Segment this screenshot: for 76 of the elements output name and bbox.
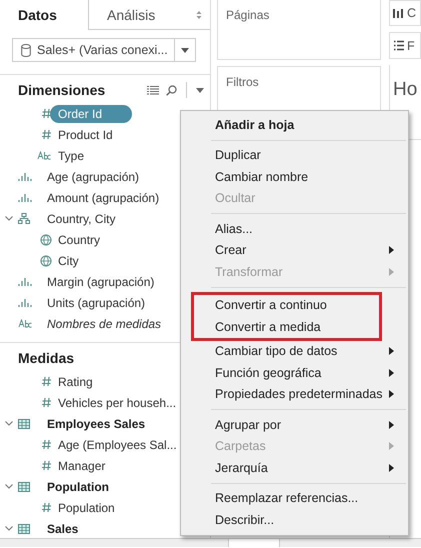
table-name[interactable]: Employees Sales: [47, 416, 152, 432]
field-pill[interactable]: Population: [58, 500, 121, 516]
field-pill[interactable]: Country: [58, 232, 106, 248]
field-pill[interactable]: Rating: [58, 374, 99, 390]
field-pill[interactable]: Margin (agrupación): [47, 274, 160, 290]
field-pill[interactable]: Type: [58, 148, 90, 164]
histogram-icon: [18, 298, 32, 307]
shelf-title: Filtros: [226, 75, 259, 89]
submenu-arrow-icon: [389, 246, 394, 254]
menu-item[interactable]: Cambiar tipo de datos: [181, 340, 408, 362]
menu-item[interactable]: Propiedades predeterminadas: [181, 384, 408, 405]
histogram-icon: [18, 193, 32, 202]
menu-item[interactable]: Agrupar por: [181, 414, 408, 436]
datasource-dropdown[interactable]: Sales+ (Varias conexi...: [12, 38, 196, 62]
sheet-title: Ho: [393, 78, 418, 101]
list-view-icon: [147, 86, 159, 94]
table-icon: [18, 418, 30, 428]
hash-icon: [42, 397, 50, 408]
sheet-tab[interactable]: [228, 539, 280, 547]
field-pill[interactable]: Units (agrupación): [47, 294, 152, 310]
field-pill[interactable]: Age (Employees Sal...: [58, 436, 183, 452]
field-pill[interactable]: Country, City: [47, 210, 122, 226]
shelf-title: Páginas: [226, 8, 270, 22]
menu-item[interactable]: Duplicar: [181, 144, 408, 166]
section-title: Dimensiones: [18, 82, 106, 98]
hierarchy-icon: [18, 213, 30, 224]
submenu-arrow-icon: [389, 268, 394, 276]
rows-icon: [393, 40, 404, 52]
field-pill[interactable]: Amount (agrupación): [47, 190, 166, 206]
submenu-arrow-icon: [389, 420, 394, 429]
database-icon: [21, 44, 31, 56]
globe-icon: [40, 254, 52, 266]
caret-icon: [196, 88, 204, 92]
sort-arrows-icon: [196, 10, 202, 20]
menu-item[interactable]: Jerarquía: [181, 457, 408, 478]
caret-icon: [181, 48, 189, 52]
shelf-label: C: [407, 6, 416, 20]
menu-item[interactable]: Crear: [181, 240, 408, 261]
submenu-arrow-icon: [389, 390, 394, 398]
menu-item[interactable]: Convertir a medida: [194, 316, 379, 338]
menu-item[interactable]: Alias...: [181, 218, 408, 240]
menu-item[interactable]: Función geográfica: [181, 362, 408, 384]
field-pill[interactable]: City: [58, 252, 85, 268]
field-pill[interactable]: Age (agrupación): [47, 168, 146, 184]
menu-item[interactable]: Convertir a continuo: [194, 294, 379, 316]
submenu-arrow-icon: [389, 442, 394, 450]
shelf-label: F: [407, 38, 415, 53]
menu-item[interactable]: Reemplazar referencias...: [181, 488, 408, 509]
field-pill[interactable]: Nombres de medidas: [47, 316, 168, 332]
table-name[interactable]: Population: [47, 478, 115, 494]
globe-icon: [40, 234, 52, 246]
section-title: Medidas: [18, 350, 76, 366]
hash-icon: [42, 376, 50, 387]
histogram-icon: [18, 277, 32, 286]
hash-icon: [42, 439, 50, 450]
menu-item[interactable]: Cambiar nombre: [181, 166, 408, 188]
field-pill[interactable]: Vehicles per househ...: [58, 394, 182, 410]
panel-tab[interactable]: Análisis: [88, 0, 210, 30]
histogram-icon: [18, 172, 32, 181]
submenu-arrow-icon: [389, 464, 394, 472]
field-pill[interactable]: Order Id: [50, 104, 132, 122]
hash-icon: [42, 460, 50, 471]
hash-icon: [42, 108, 50, 119]
search-icon: [166, 84, 177, 96]
submenu-arrow-icon: [389, 368, 394, 377]
menu-item[interactable]: Describir...: [181, 509, 408, 530]
table-name[interactable]: Sales: [47, 520, 84, 536]
submenu-arrow-icon: [389, 347, 394, 356]
menu-item[interactable]: Añadir a hoja: [181, 114, 408, 136]
hash-icon: [42, 129, 50, 140]
table-icon: [18, 482, 30, 492]
hash-icon: [42, 502, 50, 513]
field-pill[interactable]: Product Id: [58, 126, 119, 142]
table-icon: [18, 524, 30, 534]
field-pill[interactable]: Manager: [58, 458, 112, 474]
columns-icon: [393, 8, 404, 19]
